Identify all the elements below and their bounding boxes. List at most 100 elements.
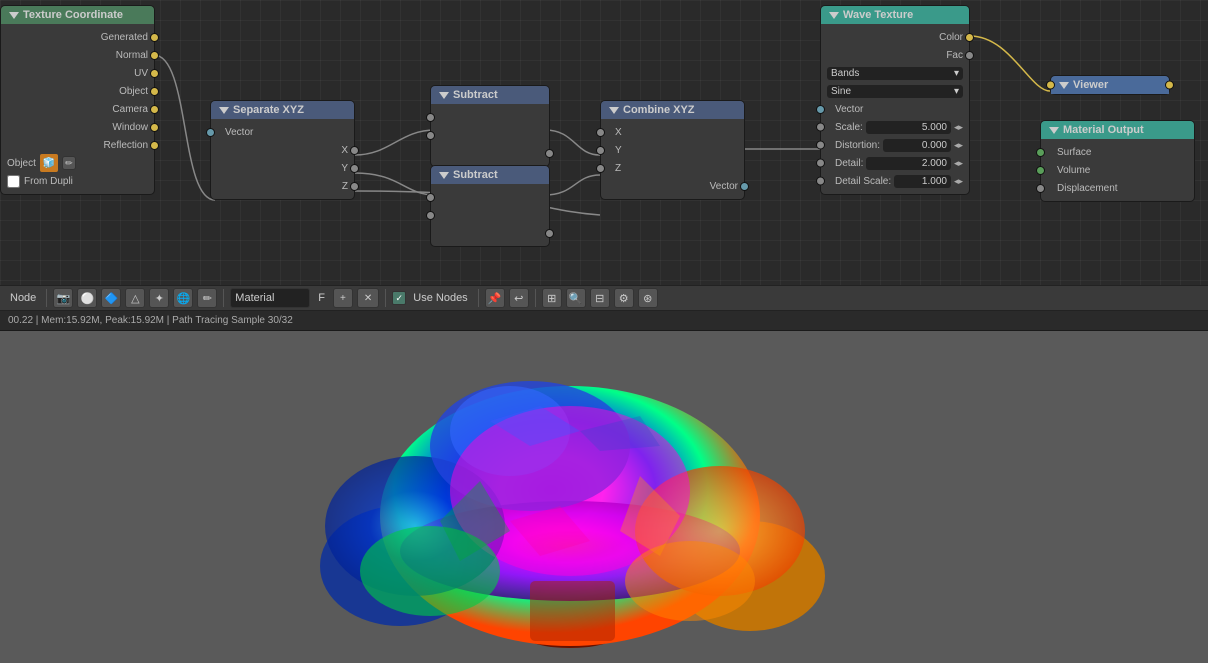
socket-window[interactable] (150, 123, 159, 132)
zoom-icon[interactable]: 🔍 (566, 288, 586, 308)
node-title: Material Output (1063, 124, 1144, 136)
grid-icon[interactable]: ⊟ (590, 288, 610, 308)
collapse-triangle[interactable] (439, 92, 449, 99)
socket-in2[interactable] (426, 131, 435, 140)
socket-x-in[interactable] (596, 128, 605, 137)
socket-vector-in[interactable] (816, 105, 825, 114)
node-subtract-1[interactable]: Subtract (430, 85, 550, 167)
node-subtract-2[interactable]: Subtract (430, 165, 550, 247)
sine-dropdown[interactable]: Sine ▾ (827, 85, 963, 98)
socket-distortion-in[interactable] (816, 141, 825, 150)
from-dupli-checkbox[interactable] (7, 175, 20, 188)
dropdown-sine[interactable]: Sine ▾ (821, 82, 969, 100)
node-wave-texture[interactable]: Wave Texture Color Fac Bands ▾ Sine ▾ (820, 5, 970, 195)
socket-object-out[interactable] (150, 87, 159, 96)
pen-icon[interactable]: ✏ (197, 288, 217, 308)
socket-scale-in[interactable] (816, 123, 825, 132)
node-title: Separate XYZ (233, 104, 304, 116)
socket-detail-in[interactable] (816, 159, 825, 168)
socket-camera[interactable] (150, 105, 159, 114)
node-mat-header: Material Output (1041, 121, 1194, 139)
socket-surface-in[interactable] (1036, 148, 1045, 157)
socket-uv[interactable] (150, 69, 159, 78)
input-z: Z (601, 159, 744, 177)
node-combine-xyz[interactable]: Combine XYZ X Y Z Vector (600, 100, 745, 200)
collapse-triangle[interactable] (9, 12, 19, 19)
socket-y-out[interactable] (350, 164, 359, 173)
toolbar: Node 📷 ⚪ 🔷 △ ✦ 🌐 ✏ F + ✕ ✓ Use Nodes 📌 ↩… (0, 285, 1208, 311)
eyedropper-icon[interactable]: ✏ (62, 156, 76, 170)
socket-detail-scale-in[interactable] (816, 177, 825, 186)
collapse-triangle[interactable] (829, 12, 839, 19)
collapse-triangle[interactable] (1059, 82, 1069, 89)
viewport[interactable] (0, 331, 1208, 663)
socket-z-out[interactable] (350, 182, 359, 191)
socket-out[interactable] (545, 229, 554, 238)
pin-icon[interactable]: 📌 (485, 288, 505, 308)
input-vector: Vector (211, 123, 354, 141)
socket-volume-in[interactable] (1036, 166, 1045, 175)
extra-icon[interactable]: ⊛ (638, 288, 658, 308)
node-editor[interactable]: Texture Coordinate Generated Normal UV O… (0, 0, 1208, 285)
add-material-btn[interactable]: + (333, 288, 353, 308)
input-distortion[interactable]: Distortion: 0.000 ◂▸ (821, 136, 969, 154)
remove-material-btn[interactable]: ✕ (357, 288, 379, 308)
material-input[interactable] (230, 288, 310, 308)
sub2-in2 (431, 206, 549, 224)
socket-vector-in[interactable] (206, 128, 215, 137)
socket-out[interactable] (545, 149, 554, 158)
object-icon[interactable]: 🔷 (101, 288, 121, 308)
node-sep-xyz[interactable]: Separate XYZ Vector X Y Z (210, 100, 355, 200)
node-comb-body: X Y Z Vector (601, 119, 744, 199)
socket-generated[interactable] (150, 33, 159, 42)
socket-displacement-in[interactable] (1036, 184, 1045, 193)
socket-in1[interactable] (426, 193, 435, 202)
output-vector: Vector (601, 177, 744, 195)
node-viewer[interactable]: Viewer (1050, 75, 1170, 95)
socket-vector-out[interactable] (740, 182, 749, 191)
node-sep-xyz-body: Vector X Y Z (211, 119, 354, 199)
output-color: Color (821, 28, 969, 46)
socket-normal[interactable] (150, 51, 159, 60)
input-detail[interactable]: Detail: 2.000 ◂▸ (821, 154, 969, 172)
collapse-triangle[interactable] (609, 107, 619, 114)
node-texcoord[interactable]: Texture Coordinate Generated Normal UV O… (0, 5, 155, 195)
bands-dropdown[interactable]: Bands ▾ (827, 67, 963, 80)
sub2-out (431, 224, 549, 242)
socket-y-in[interactable] (596, 146, 605, 155)
material-icon[interactable]: ⚪ (77, 288, 97, 308)
use-nodes-checkbox[interactable]: ✓ Use Nodes (392, 291, 471, 305)
socket-z-in[interactable] (596, 164, 605, 173)
object-icon[interactable]: 🧊 (40, 154, 58, 172)
node-title: Wave Texture (843, 9, 913, 21)
node-material-output[interactable]: Material Output Surface Volume Displacem… (1040, 120, 1195, 202)
socket-x-out[interactable] (350, 146, 359, 155)
input-scale[interactable]: Scale: 5.000 ◂▸ (821, 118, 969, 136)
collapse-triangle[interactable] (219, 107, 229, 114)
socket-viewer-in[interactable] (1046, 81, 1055, 90)
render-icon[interactable]: 📷 (53, 288, 73, 308)
socket-color-out[interactable] (965, 33, 974, 42)
input-volume: Volume (1041, 161, 1194, 179)
socket-in1[interactable] (426, 113, 435, 122)
socket-viewer-out[interactable] (1165, 81, 1174, 90)
particle-icon[interactable]: ✦ (149, 288, 169, 308)
socket-in2[interactable] (426, 211, 435, 220)
socket-fac-out[interactable] (965, 51, 974, 60)
dropdown-bands[interactable]: Bands ▾ (821, 64, 969, 82)
node-view-icon[interactable]: ⊞ (542, 288, 562, 308)
node-wave-header: Wave Texture (821, 6, 969, 24)
socket-reflection[interactable] (150, 141, 159, 150)
scene-icon[interactable]: 🌐 (173, 288, 193, 308)
status-text: 00.22 | Mem:15.92M, Peak:15.92M | Path T… (8, 315, 293, 326)
settings-icon[interactable]: ⚙ (614, 288, 634, 308)
statusbar: 00.22 | Mem:15.92M, Peak:15.92M | Path T… (0, 311, 1208, 331)
history-icon[interactable]: ↩ (509, 288, 529, 308)
collapse-triangle[interactable] (1049, 127, 1059, 134)
node-mat-body: Surface Volume Displacement (1041, 139, 1194, 201)
mesh-icon[interactable]: △ (125, 288, 145, 308)
input-detail-scale[interactable]: Detail Scale: 1.000 ◂▸ (821, 172, 969, 190)
collapse-triangle[interactable] (439, 172, 449, 179)
output-object: Object (1, 82, 154, 100)
checkbox-box[interactable]: ✓ (392, 291, 406, 305)
